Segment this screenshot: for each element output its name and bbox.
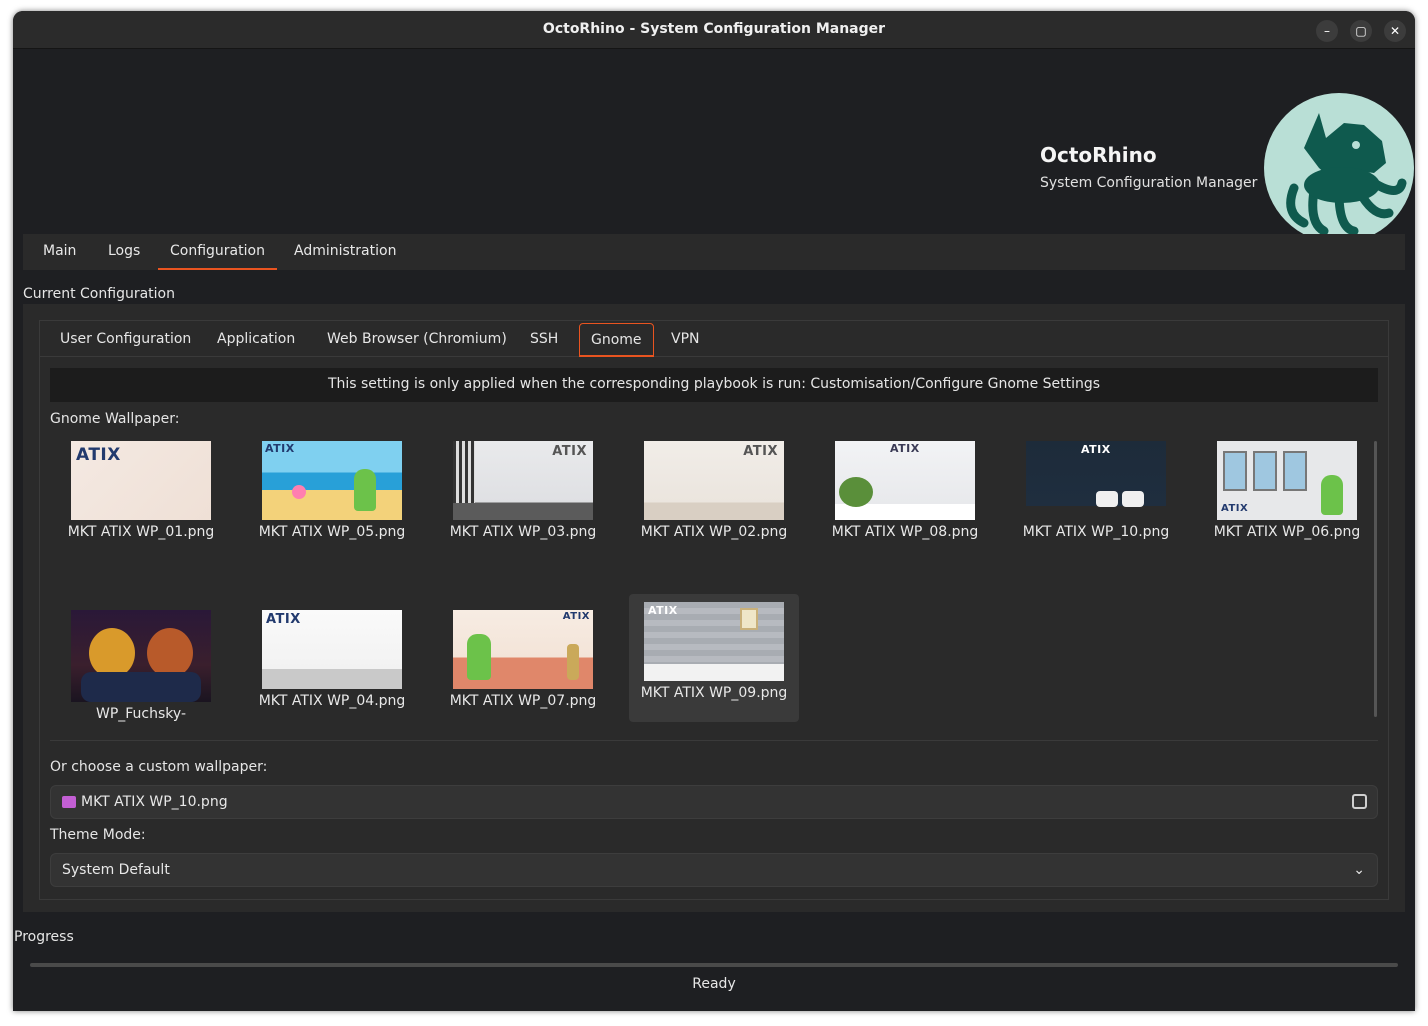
wallpaper-item[interactable]: ATIX MKT ATIX WP_03.png: [438, 433, 608, 540]
wallpaper-item[interactable]: ATIX MKT ATIX WP_01.png: [56, 433, 226, 540]
wallpaper-thumbnail: ATIX: [262, 610, 402, 689]
file-browse-icon[interactable]: [1352, 794, 1367, 809]
theme-mode-select[interactable]: System Default ⌄: [50, 853, 1378, 887]
tab-web-browser[interactable]: Web Browser (Chromium): [316, 323, 518, 357]
wallpaper-item[interactable]: ATIX MKT ATIX WP_06.png: [1202, 433, 1372, 540]
tab-user-configuration[interactable]: User Configuration: [49, 323, 202, 357]
atix-logo-icon: ATIX: [648, 604, 678, 617]
wallpaper-caption: MKT ATIX WP_04.png: [258, 693, 406, 709]
wallpaper-item[interactable]: ATIX MKT ATIX WP_05.png: [247, 433, 417, 540]
chevron-down-icon: ⌄: [1353, 862, 1365, 878]
atix-logo-icon: ATIX: [552, 444, 587, 459]
wallpaper-caption: MKT ATIX WP_06.png: [1213, 524, 1361, 540]
sub-tab-container: User Configuration Application Web Brows…: [39, 320, 1389, 900]
progress-bar: [30, 963, 1398, 967]
section-title: Current Configuration: [23, 286, 175, 302]
tab-main[interactable]: Main: [31, 234, 88, 270]
wallpaper-caption: WP_Fuchsky-: [95, 706, 186, 722]
brand-name: OctoRhino: [1040, 143, 1157, 167]
wallpaper-item-selected[interactable]: ATIX MKT ATIX WP_09.png: [629, 594, 799, 722]
wallpaper-thumbnail: ATIX: [453, 441, 593, 520]
atix-logo-icon: ATIX: [890, 442, 920, 455]
custom-wallpaper-value: MKT ATIX WP_10.png: [81, 794, 228, 810]
progress-label: Progress: [14, 929, 74, 945]
wallpaper-thumbnail: ATIX: [262, 441, 402, 520]
atix-logo-icon: ATIX: [1081, 443, 1111, 456]
atix-logo-icon: ATIX: [743, 444, 778, 459]
wallpaper-caption: MKT ATIX WP_10.png: [1022, 524, 1170, 540]
configuration-panel: User Configuration Application Web Brows…: [23, 304, 1405, 912]
app-window: OctoRhino - System Configuration Manager…: [13, 11, 1415, 1011]
wallpaper-grid: ATIX MKT ATIX WP_01.png ATIX MKT ATIX WP…: [50, 433, 1378, 739]
playbook-notice: This setting is only applied when the co…: [50, 368, 1378, 402]
wallpaper-item[interactable]: ATIX MKT ATIX WP_10.png: [1011, 433, 1181, 540]
tab-gnome[interactable]: Gnome: [579, 323, 654, 357]
custom-wallpaper-label: Or choose a custom wallpaper:: [50, 759, 268, 775]
wallpaper-label: Gnome Wallpaper:: [50, 411, 180, 427]
title-bar[interactable]: OctoRhino - System Configuration Manager…: [13, 11, 1415, 49]
wallpaper-caption: MKT ATIX WP_08.png: [831, 524, 979, 540]
atix-logo-icon: ATIX: [76, 445, 121, 465]
wallpaper-thumbnail: ATIX: [453, 610, 593, 689]
octorhino-logo-icon: [1264, 93, 1414, 243]
tab-administration[interactable]: Administration: [282, 234, 408, 270]
divider: [50, 740, 1378, 741]
atix-logo-icon: ATIX: [562, 611, 590, 622]
wallpaper-caption: MKT ATIX WP_01.png: [67, 524, 215, 540]
brand-subtitle: System Configuration Manager: [1040, 175, 1258, 191]
maximize-button[interactable]: ▢: [1350, 20, 1372, 42]
wallpaper-thumbnail: ATIX: [835, 441, 975, 520]
atix-logo-icon: ATIX: [265, 442, 295, 455]
theme-mode-value: System Default: [62, 862, 170, 878]
wallpaper-thumbnail: ATIX: [644, 441, 784, 520]
window-title: OctoRhino - System Configuration Manager: [542, 21, 886, 37]
atix-logo-icon: ATIX: [1221, 503, 1249, 514]
wallpaper-item[interactable]: WP_Fuchsky-: [56, 602, 226, 722]
wallpaper-item[interactable]: ATIX MKT ATIX WP_08.png: [820, 433, 990, 540]
tab-ssh[interactable]: SSH: [519, 323, 569, 357]
custom-wallpaper-field[interactable]: MKT ATIX WP_10.png: [50, 785, 1378, 819]
wallpaper-thumbnail: ATIX: [644, 602, 784, 681]
atix-logo-icon: ATIX: [266, 612, 301, 627]
status-text: Ready: [692, 976, 736, 992]
wallpaper-scrollbar[interactable]: [1374, 441, 1377, 717]
wallpaper-caption: MKT ATIX WP_07.png: [449, 693, 597, 709]
tab-vpn[interactable]: VPN: [660, 323, 711, 357]
theme-mode-label: Theme Mode:: [50, 827, 146, 843]
wallpaper-item[interactable]: ATIX MKT ATIX WP_07.png: [438, 602, 608, 709]
wallpaper-caption: MKT ATIX WP_02.png: [640, 524, 788, 540]
close-button[interactable]: ✕: [1384, 20, 1406, 42]
tab-application[interactable]: Application: [206, 323, 306, 357]
main-tab-bar: Main Logs Configuration Administration: [23, 234, 1405, 270]
tab-configuration[interactable]: Configuration: [158, 234, 277, 270]
wallpaper-thumbnail: [71, 610, 211, 702]
wallpaper-caption: MKT ATIX WP_03.png: [449, 524, 597, 540]
wallpaper-item[interactable]: ATIX MKT ATIX WP_04.png: [247, 602, 417, 709]
tab-logs[interactable]: Logs: [96, 234, 152, 270]
wallpaper-thumbnail: ATIX: [1026, 441, 1166, 520]
wallpaper-caption: MKT ATIX WP_09.png: [640, 685, 788, 701]
app-header: OctoRhino System Configuration Manager: [13, 49, 1415, 243]
wallpaper-thumbnail: ATIX: [71, 441, 211, 520]
wallpaper-item[interactable]: ATIX MKT ATIX WP_02.png: [629, 433, 799, 540]
minimize-button[interactable]: –: [1316, 20, 1338, 42]
wallpaper-caption: MKT ATIX WP_05.png: [258, 524, 406, 540]
sub-tab-bar: User Configuration Application Web Brows…: [40, 321, 1388, 357]
wallpaper-thumbnail: ATIX: [1217, 441, 1357, 520]
image-file-icon: [62, 796, 76, 808]
